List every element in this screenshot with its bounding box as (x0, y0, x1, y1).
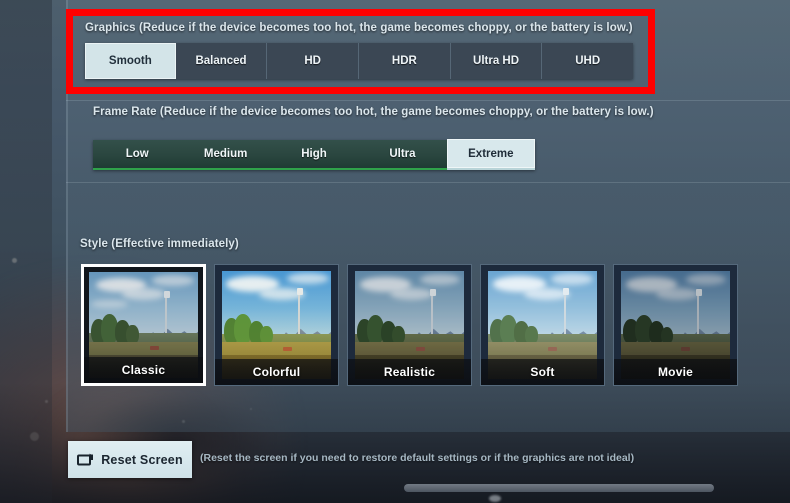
graphics-option-hdr[interactable]: HDR (359, 43, 451, 79)
style-tile-soft[interactable]: Soft (480, 264, 605, 386)
graphics-option-smooth[interactable]: Smooth (85, 43, 176, 79)
selection-corner-bottom-right-icon (197, 377, 203, 383)
home-gesture-bar[interactable] (404, 484, 714, 492)
style-section-title: Style (Effective immediately) (80, 238, 239, 250)
selection-corner-bottom-left-icon (84, 377, 90, 383)
graphics-option-balanced[interactable]: Balanced (176, 43, 268, 79)
style-label-movie: Movie (614, 359, 737, 385)
frame-rate-option-low[interactable]: Low (93, 140, 181, 168)
frame-rate-option-ultra[interactable]: Ultra (358, 140, 446, 168)
style-tile-movie[interactable]: Movie (613, 264, 738, 386)
selection-corner-top-right-icon (197, 267, 203, 273)
reset-screen-hint: (Reset the screen if you need to restore… (200, 452, 635, 464)
style-tile-colorful[interactable]: Colorful (214, 264, 339, 386)
settings-screen: Graphics (Reduce if the device becomes t… (0, 0, 790, 503)
graphics-option-hd[interactable]: HD (267, 43, 360, 79)
graphics-section-title: Graphics (Reduce if the device becomes t… (85, 22, 633, 34)
gesture-bar-dot (489, 495, 501, 502)
panel-divider (66, 182, 790, 183)
style-label-soft: Soft (481, 359, 604, 385)
frame-rate-option-extreme[interactable]: Extreme (446, 139, 536, 170)
graphics-option-uhd[interactable]: UHD (542, 43, 633, 79)
frame-rate-option-medium[interactable]: Medium (181, 140, 269, 168)
frame-rate-section-title: Frame Rate (Reduce if the device becomes… (93, 106, 654, 118)
frame-rate-option-high[interactable]: High (270, 140, 358, 168)
reset-screen-button-label: Reset Screen (101, 452, 183, 467)
frame-rate-option-group[interactable]: Low Medium High Ultra Extreme (93, 139, 536, 170)
panel-divider (66, 100, 790, 101)
style-label-classic: Classic (84, 357, 203, 383)
graphics-option-ultra-hd[interactable]: Ultra HD (451, 43, 543, 79)
panel-left-edge (66, 0, 68, 432)
left-edge-strip (0, 0, 52, 503)
style-tile-realistic[interactable]: Realistic (347, 264, 472, 386)
reset-screen-icon (77, 453, 94, 466)
reset-screen-button[interactable]: Reset Screen (68, 441, 192, 478)
selection-corner-top-left-icon (84, 267, 90, 273)
style-label-colorful: Colorful (215, 359, 338, 385)
style-tile-classic[interactable]: Classic (81, 264, 206, 386)
graphics-option-group[interactable]: Smooth Balanced HD HDR Ultra HD UHD (85, 43, 633, 79)
style-label-realistic: Realistic (348, 359, 471, 385)
